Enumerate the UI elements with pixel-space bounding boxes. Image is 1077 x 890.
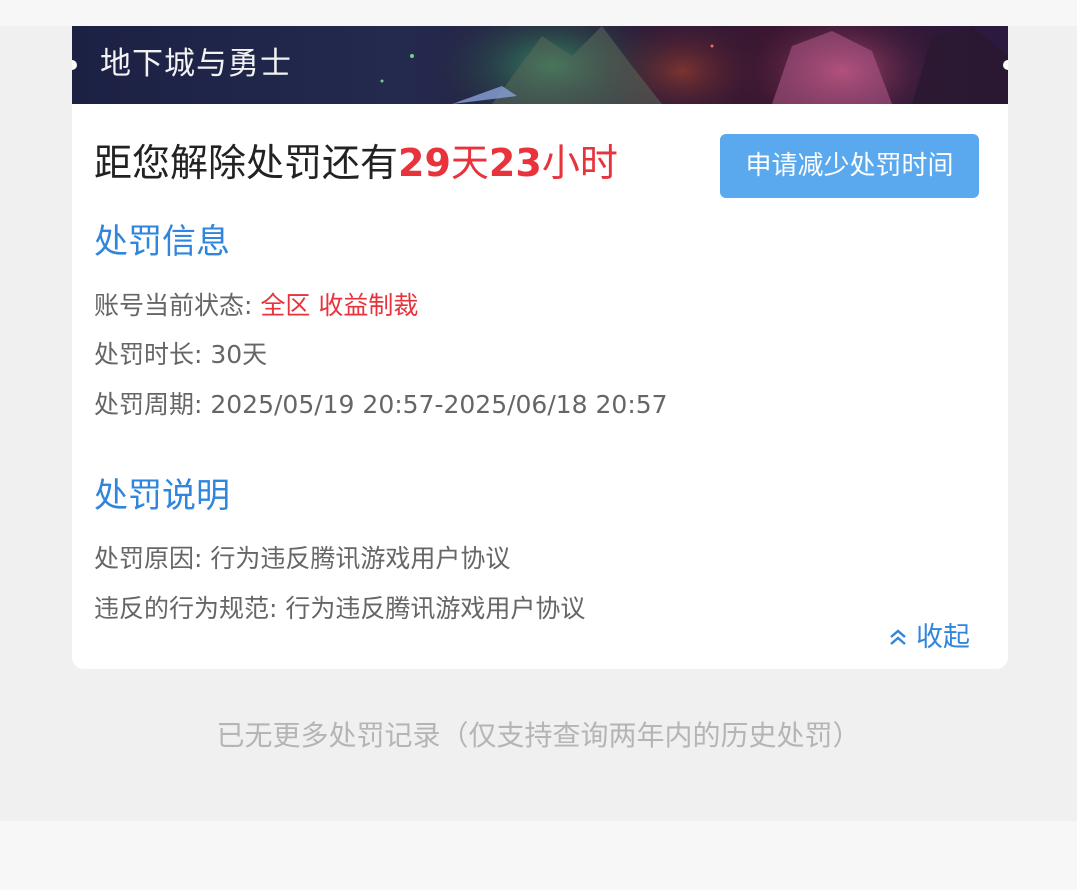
- bottom-strip: [0, 821, 1077, 890]
- account-status-line: 账号当前状态: 全区 收益制裁: [94, 289, 418, 323]
- double-chevron-up-icon: [888, 619, 908, 659]
- countdown-days: 29: [398, 141, 451, 185]
- account-status-label: 账号当前状态:: [94, 291, 261, 320]
- penalty-duration-value: 30天: [210, 340, 268, 369]
- banner-right-dot: [1003, 60, 1008, 70]
- countdown-hours-unit: 小时: [541, 141, 618, 185]
- penalty-reason-value: 行为违反腾讯游戏用户协议: [210, 544, 511, 573]
- collapse-button[interactable]: 收起: [888, 618, 970, 659]
- apply-reduce-penalty-button[interactable]: 申请减少处罚时间: [720, 134, 979, 198]
- penalty-period-value: 2025/05/19 20:57-2025/06/18 20:57: [210, 390, 668, 419]
- violated-rule-label: 违反的行为规范:: [94, 594, 286, 623]
- violated-rule-line: 违反的行为规范: 行为违反腾讯游戏用户协议: [94, 592, 585, 626]
- countdown-days-unit: 天: [450, 141, 489, 185]
- penalty-desc-title: 处罚说明: [94, 476, 230, 516]
- penalty-info-title: 处罚信息: [94, 222, 230, 262]
- game-banner: 地下城与勇士: [72, 26, 1008, 104]
- top-strip: [0, 0, 1077, 26]
- violated-rule-value: 行为违反腾讯游戏用户协议: [285, 594, 586, 623]
- penalty-duration-label: 处罚时长:: [94, 340, 211, 369]
- penalty-reason-line: 处罚原因: 行为违反腾讯游戏用户协议: [94, 542, 510, 576]
- countdown-hours: 23: [488, 141, 542, 185]
- penalty-countdown: 距您解除处罚还有29天23小时: [94, 138, 618, 188]
- penalty-reason-label: 处罚原因:: [94, 544, 211, 573]
- collapse-label: 收起: [916, 622, 970, 653]
- penalty-period-line: 处罚周期: 2025/05/19 20:57-2025/06/18 20:57: [94, 388, 668, 422]
- penalty-card: 地下城与勇士 距您解除处罚还有29天23小时 申请减少处罚时间 处罚信息 账号当…: [72, 26, 1008, 669]
- no-more-records-note: 已无更多处罚记录（仅支持查询两年内的历史处罚）: [216, 719, 861, 752]
- penalty-period-label: 处罚周期:: [94, 390, 211, 419]
- penalty-duration-line: 处罚时长: 30天: [94, 338, 267, 372]
- account-status-scope: 全区: [260, 291, 311, 320]
- game-title: 地下城与勇士: [100, 46, 292, 82]
- account-status-type: 收益制裁: [318, 291, 419, 320]
- countdown-prefix: 距您解除处罚还有: [94, 141, 399, 185]
